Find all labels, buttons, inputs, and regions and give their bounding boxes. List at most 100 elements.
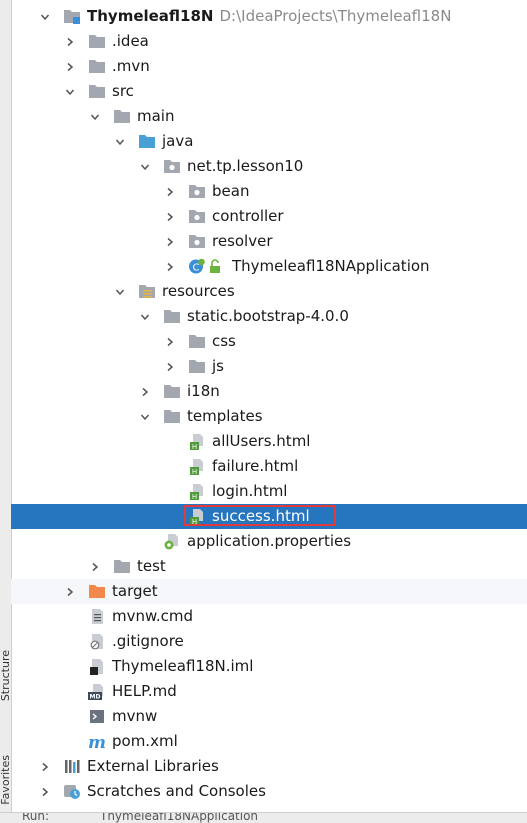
svg-text:m: m — [88, 733, 106, 750]
expanded-arrow-icon[interactable] — [113, 279, 127, 304]
tree-node-label: login.html — [212, 479, 287, 504]
tree-node-text: Thymeleafl18N — [87, 7, 214, 25]
text-file-icon — [88, 608, 106, 625]
tree-node-text: resources — [162, 282, 235, 300]
svg-text:MD: MD — [90, 694, 101, 700]
package-icon — [163, 158, 181, 175]
tree-node[interactable]: HallUsers.html — [11, 429, 527, 454]
tree-node-text: static.bootstrap-4.0.0 — [187, 307, 349, 325]
tree-node-text: controller — [212, 207, 284, 225]
expanded-arrow-icon[interactable] — [38, 4, 52, 29]
expanded-arrow-icon[interactable] — [138, 304, 152, 329]
tree-node-text: Thymeleafl18N.iml — [112, 657, 254, 675]
tree-node[interactable]: MD HELP.md — [11, 679, 527, 704]
tree-node-label: mvnw.cmd — [112, 604, 193, 629]
tree-node[interactable]: .idea — [11, 29, 527, 54]
expanded-arrow-icon[interactable] — [113, 129, 127, 154]
tree-node-text: main — [137, 107, 175, 125]
tree-node-label: target — [112, 579, 158, 604]
tree-node[interactable]: bean — [11, 179, 527, 204]
tree-node-label: main — [137, 104, 174, 129]
tree-node[interactable]: i18n — [11, 379, 527, 404]
tree-node[interactable]: test — [11, 554, 527, 579]
collapsed-arrow-icon[interactable] — [38, 779, 52, 804]
tree-node-label: js — [212, 354, 224, 379]
collapsed-arrow-icon[interactable] — [63, 579, 77, 604]
tree-node-text: test — [137, 557, 166, 575]
tree-node[interactable]: resolver — [11, 229, 527, 254]
markdown-file-icon: MD — [88, 683, 106, 700]
tree-node-label: External Libraries — [87, 754, 219, 779]
tree-node-label: test — [137, 554, 166, 579]
collapsed-arrow-icon[interactable] — [163, 179, 177, 204]
tree-node[interactable]: Hsuccess.html — [11, 504, 527, 529]
expanded-arrow-icon[interactable] — [138, 404, 152, 429]
tree-node-label: HELP.md — [112, 679, 177, 704]
collapsed-arrow-icon[interactable] — [63, 29, 77, 54]
tree-node[interactable]: Thymeleafl18N.iml — [11, 654, 527, 679]
collapsed-arrow-icon[interactable] — [163, 254, 177, 279]
tree-node-text: Scratches and Consoles — [87, 782, 266, 800]
tree-node[interactable]: css — [11, 329, 527, 354]
tree-node-text: net.tp.lesson10 — [187, 157, 304, 175]
tree-node-text: failure.html — [212, 457, 299, 475]
tree-node-text: HELP.md — [112, 682, 177, 700]
run-config-label[interactable]: Thymeleafl18NApplication — [100, 813, 258, 823]
tree-node[interactable]: m pom.xml — [11, 729, 527, 754]
tree-node[interactable]: templates — [11, 404, 527, 429]
tree-node[interactable]: target — [11, 579, 527, 604]
html-file-icon: H — [188, 483, 206, 500]
svg-text:H: H — [192, 443, 197, 450]
folder-icon — [88, 83, 106, 100]
tree-node[interactable]: java — [11, 129, 527, 154]
collapsed-arrow-icon[interactable] — [163, 354, 177, 379]
libraries-icon — [63, 758, 81, 775]
tree-node[interactable]: static.bootstrap-4.0.0 — [11, 304, 527, 329]
shell-file-icon — [88, 708, 106, 725]
tree-node[interactable]: net.tp.lesson10 — [11, 154, 527, 179]
tree-node[interactable]: .mvn — [11, 54, 527, 79]
tree-node[interactable]: Thymeleafl18N D:\IdeaProjects\Thymeleafl1… — [11, 4, 527, 29]
spring-class-icon: C — [188, 258, 206, 275]
tree-node[interactable]: .gitignore — [11, 629, 527, 654]
tree-node-label: Thymeleafl18NApplication — [232, 254, 430, 279]
tree-node[interactable]: controller — [11, 204, 527, 229]
tree-node[interactable]: Hfailure.html — [11, 454, 527, 479]
collapsed-arrow-icon[interactable] — [63, 54, 77, 79]
html-file-icon: H — [188, 508, 206, 525]
tree-node-text: pom.xml — [112, 732, 178, 750]
collapsed-arrow-icon[interactable] — [138, 379, 152, 404]
tree-node-text: i18n — [187, 382, 220, 400]
collapsed-arrow-icon[interactable] — [38, 754, 52, 779]
expanded-arrow-icon[interactable] — [88, 104, 102, 129]
expanded-arrow-icon[interactable] — [63, 79, 77, 104]
tree-node[interactable]: js — [11, 354, 527, 379]
tree-node[interactable]: C Thymeleafl18NApplication — [11, 254, 527, 279]
collapsed-arrow-icon[interactable] — [163, 204, 177, 229]
collapsed-arrow-icon[interactable] — [163, 229, 177, 254]
project-tree: Thymeleafl18N D:\IdeaProjects\Thymeleafl1… — [11, 4, 527, 804]
html-file-icon: H — [188, 433, 206, 450]
tree-node-label: Scratches and Consoles — [87, 779, 266, 804]
tree-node[interactable]: src — [11, 79, 527, 104]
collapsed-arrow-icon[interactable] — [88, 554, 102, 579]
tree-node-text: External Libraries — [87, 757, 219, 775]
tree-node[interactable]: mvnw.cmd — [11, 604, 527, 629]
run-label: Run: — [22, 812, 50, 823]
tree-node[interactable]: Scratches and Consoles — [11, 779, 527, 804]
tree-node[interactable]: Hlogin.html — [11, 479, 527, 504]
folder-icon — [163, 408, 181, 425]
tree-node[interactable]: main — [11, 104, 527, 129]
tree-node[interactable]: application.properties — [11, 529, 527, 554]
expanded-arrow-icon[interactable] — [138, 154, 152, 179]
tree-node-text: target — [112, 582, 158, 600]
tree-node[interactable]: resources — [11, 279, 527, 304]
tree-node-label: i18n — [187, 379, 220, 404]
tree-node-text: resolver — [212, 232, 273, 250]
collapsed-arrow-icon[interactable] — [163, 329, 177, 354]
tree-node[interactable]: External Libraries — [11, 754, 527, 779]
tree-node[interactable]: mvnw — [11, 704, 527, 729]
maven-file-icon: m — [88, 733, 106, 750]
properties-file-icon — [163, 533, 181, 550]
html-file-icon: H — [188, 458, 206, 475]
